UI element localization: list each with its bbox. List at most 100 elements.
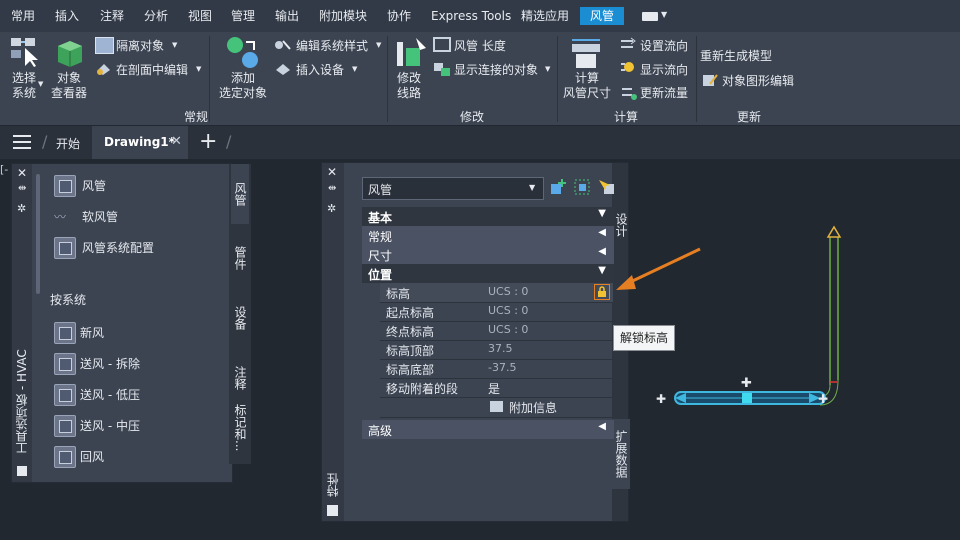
list-item[interactable]: 新风	[54, 322, 224, 344]
palette-properties-icon[interactable]	[17, 466, 27, 476]
tab-express-tools[interactable]: Express Tools	[429, 7, 513, 25]
add-selected-icon[interactable]	[226, 36, 260, 70]
edit-in-section-icon[interactable]	[95, 61, 112, 76]
close-icon[interactable]: ✕	[327, 165, 337, 179]
property-value[interactable]: 37.5	[488, 342, 513, 355]
new-tab-plus-icon[interactable]: +	[199, 129, 217, 154]
isolate-objects-icon[interactable]	[95, 37, 114, 54]
list-item[interactable]: 送风 - 拆除	[54, 353, 224, 375]
tab-addins[interactable]: 附加模块	[317, 7, 369, 25]
tab-output[interactable]: 输出	[273, 7, 301, 25]
insert-equipment-icon[interactable]	[274, 61, 292, 77]
chevron-down-icon[interactable]: ▼	[352, 65, 357, 73]
property-row-elevation[interactable]: 标高 UCS : 0	[380, 283, 613, 303]
tab-annotate[interactable]: 注释	[98, 7, 126, 25]
chevron-down-icon[interactable]: ▼	[172, 41, 177, 49]
edit-system-style-label[interactable]: 编辑系统样式	[296, 37, 368, 54]
property-value[interactable]: -37.5	[488, 361, 516, 374]
tab-analyze[interactable]: 分析	[142, 7, 170, 25]
calc-duct-size-label[interactable]: 计算 风管尺寸	[563, 71, 611, 101]
edit-in-section-label[interactable]: 在剖面中编辑	[116, 61, 188, 78]
list-item[interactable]: 风管系统配置	[54, 237, 224, 259]
tab-fittings[interactable]: 管件	[231, 230, 249, 286]
section-general[interactable]: 常规 ◀	[362, 226, 614, 245]
property-row-elevation-top[interactable]: 标高顶部 37.5	[380, 340, 613, 360]
section-basic[interactable]: 基本 ▼	[362, 207, 614, 226]
list-item[interactable]: 风管	[54, 175, 224, 197]
edit-system-style-icon[interactable]	[274, 37, 292, 53]
property-row-end-elevation[interactable]: 终点标高 UCS : 0	[380, 321, 613, 341]
property-row-move-attached[interactable]: 移动附着的段 是	[380, 378, 613, 398]
property-value[interactable]: UCS : 0	[488, 323, 528, 336]
tab-view[interactable]: 视图	[186, 7, 214, 25]
panel-toggle-icon[interactable]	[642, 12, 658, 21]
chevron-down-icon[interactable]: ▼	[661, 10, 667, 19]
select-system-label[interactable]: 选择 系统	[12, 71, 36, 101]
palette-properties-icon[interactable]	[327, 505, 338, 516]
tab-drawing-active[interactable]: Drawing1* ✕	[92, 126, 188, 159]
tab-tags[interactable]: 标记和...	[231, 396, 249, 460]
section-location[interactable]: 位置 ▼	[362, 264, 614, 283]
list-item[interactable]: 送风 - 低压	[54, 384, 224, 406]
regen-model-label[interactable]: 重新生成模型	[700, 47, 772, 64]
duct-length-icon[interactable]	[433, 37, 451, 52]
isolate-objects-label[interactable]: 隔离对象	[116, 37, 164, 54]
show-flow-icon[interactable]	[619, 60, 637, 76]
property-value[interactable]: UCS : 0	[488, 304, 528, 317]
chevron-down-icon[interactable]: ▼	[196, 65, 201, 73]
object-type-dropdown[interactable]: 风管 ▼	[362, 177, 544, 200]
property-row-start-elevation[interactable]: 起点标高 UCS : 0	[380, 302, 613, 322]
update-flow-label[interactable]: 更新流量	[640, 84, 688, 101]
lock-icon[interactable]	[594, 284, 610, 300]
object-viewer-icon[interactable]	[54, 38, 84, 68]
tab-manage[interactable]: 管理	[229, 7, 257, 25]
calc-duct-size-icon[interactable]	[569, 36, 603, 70]
tab-start[interactable]: 开始	[56, 135, 80, 152]
property-value[interactable]: UCS : 0	[488, 285, 528, 298]
quick-select-icon[interactable]	[597, 178, 615, 196]
tab-duct[interactable]: 风管	[231, 164, 249, 224]
settings-gear-icon[interactable]: ✲	[17, 202, 26, 215]
select-system-icon[interactable]	[9, 36, 39, 67]
update-flow-icon[interactable]	[619, 84, 637, 100]
object-graphic-edit-icon[interactable]	[702, 72, 718, 88]
chevron-down-icon[interactable]: ▼	[38, 80, 43, 88]
modify-route-label[interactable]: 修改 线路	[397, 71, 421, 101]
property-value[interactable]: 是	[488, 380, 500, 397]
hamburger-menu-icon[interactable]	[13, 135, 31, 149]
list-item[interactable]: 送风 - 中压	[54, 415, 224, 437]
tab-collaborate[interactable]: 协作	[385, 7, 413, 25]
insert-equipment-label[interactable]: 插入设备	[296, 61, 344, 78]
tab-duct[interactable]: 风管	[580, 7, 625, 25]
section-dimensions[interactable]: 尺寸 ◀	[362, 245, 614, 264]
chevron-down-icon[interactable]: ▼	[545, 65, 550, 73]
tab-featured-apps[interactable]: 精选应用	[519, 7, 571, 25]
tab-home[interactable]: 常用	[9, 7, 37, 25]
tab-equipment[interactable]: 设备	[231, 290, 249, 346]
close-icon[interactable]: ✕	[171, 134, 182, 149]
duct-length-label[interactable]: 风管 长度	[454, 37, 506, 54]
additional-info-row[interactable]: 附加信息	[380, 397, 613, 418]
show-connected-icon[interactable]	[433, 61, 451, 77]
list-item[interactable]: 回风	[54, 446, 224, 468]
settings-gear-icon[interactable]: ✲	[327, 202, 336, 215]
add-selected-label[interactable]: 添加 选定对象	[219, 71, 267, 101]
duct-drawing[interactable]: ✚ ✚ ✚	[650, 225, 850, 415]
section-advanced[interactable]: 高级 ◀	[362, 420, 614, 439]
show-flow-label[interactable]: 显示流向	[640, 61, 688, 78]
property-row-elevation-bottom[interactable]: 标高底部 -37.5	[380, 359, 613, 379]
scrollbar-thumb[interactable]	[36, 174, 40, 294]
close-icon[interactable]: ✕	[17, 166, 27, 180]
modify-route-icon[interactable]	[394, 36, 428, 70]
show-connected-label[interactable]: 显示连接的对象	[454, 61, 538, 78]
auto-hide-icon[interactable]: ⇹	[328, 183, 336, 194]
auto-hide-icon[interactable]: ⇹	[18, 183, 26, 194]
tab-extended-data[interactable]: 扩展数据	[612, 419, 630, 489]
set-flow-label[interactable]: 设置流向	[640, 37, 688, 54]
list-item[interactable]: 〰 软风管	[54, 208, 224, 228]
tab-design[interactable]: 设计	[612, 205, 630, 245]
object-graphic-edit-label[interactable]: 对象图形编辑	[722, 72, 794, 89]
chevron-down-icon[interactable]: ▼	[376, 41, 381, 49]
tab-insert[interactable]: 插入	[53, 7, 81, 25]
object-viewer-label[interactable]: 对象 查看器	[51, 71, 87, 101]
